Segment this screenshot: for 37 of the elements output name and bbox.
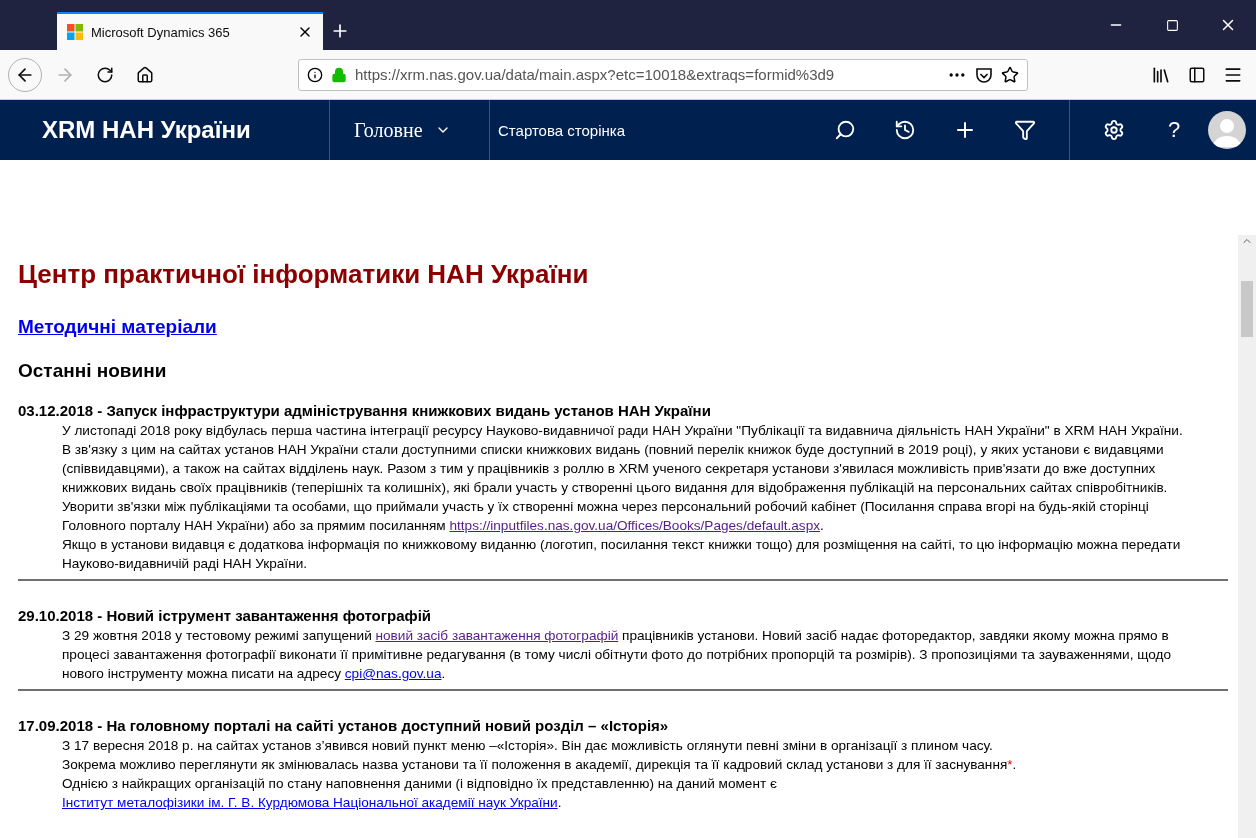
- home-icon: [136, 65, 154, 84]
- pocket-icon[interactable]: [975, 65, 993, 84]
- scrollbar-thumb[interactable]: [1241, 281, 1253, 337]
- info-icon[interactable]: [307, 66, 323, 83]
- news-paragraph: З 17 вересня 2018 р. на сайтах установ з’явився новий пункт меню –«Історія». Він дає можливість оглянути певні зміни в організації з плином часу.: [62, 737, 994, 755]
- news-headline: 29.10.2018 - Новий іструмент завантаження фотографій: [18, 607, 433, 624]
- news-headline: 03.12.2018 - Запуск інфраструктури адміністрування книжкових видань установ НАН України: [18, 402, 712, 419]
- address-field[interactable]: https://xrm.nas.gov.ua/data/main.aspx?etc=10018&extraqs=formid%3d9: [298, 58, 1028, 91]
- news-paragraph: З 29 жовтня 2018 у тестовому режимі запущений новий засіб завантаження фотографій працівників установи. Новий засіб надає фоторедактор, завдяки якому можна прямо в процесі завантаження фотографії виконати її примітивне редагування (в тому числі обітнути фото до потрібних пропорцій та розмірів). З пропозиціями та зауваженнями, щодо нового інструменту можна писати на адресу cpi@nas.gov.ua.: [62, 627, 1172, 683]
- page-name[interactable]: Стартова сторінка: [490, 121, 625, 139]
- windows-logo-icon: [67, 24, 83, 40]
- news-paragraph: Якщо в установи видавця є додаткова інформація по книжковому виданню (логотип, посилання текст книжки тощо) для розміщення на сайті, то цю інформацію можна передати Науково-видавничій раді НАН України.: [62, 536, 1182, 573]
- reload-icon: [96, 65, 114, 84]
- maximize-icon[interactable]: [1165, 18, 1179, 32]
- app-title: XRM НАН України: [0, 100, 330, 160]
- news-paragraph: Однією з найкращих організацій по стану наповнення даними (і відповідно їх представленню) на даний момент є Інститут металофізики ім. Г. В. Курдюмова Національної академії наук України.: [62, 775, 778, 812]
- news-paragraph: У листопаді 2018 року відбулась перша частина інтеграції ресурсу Науково-видавничої ради НАН України "Публікації та видавнича діяльність НАН України" в XRM НАН України. В зв'язку з цим на сайтах установ НАН України стали доступними списки книжкових видань (повний перелік книжок буде доступний в 2019 році), у яких установи є видавцями (співвидавцями), а також на сайтах відділень наук. Разом з тим у працівників з роллю в XRM ученого секретаря установи з'явилася можливість прив'язати до вже доступних книжкових видань своїх працівників (теперішніх та колишніх), які брали участь у створенні цього видання для відображення публікацій на персональних сайтах співробітників. Уворити зв'язки між публікаціями та особами, що приймали участь у їх створенні можна через персональний робочий кабінет (Посилання справа вгорі на будь-якій сторінці Головного порталу НАН України) або за прямим посиланням https://inputfiles.nas.gov.ua/Offices/Books/Pages/default.aspx.: [62, 422, 1184, 535]
- scrollbar[interactable]: [1238, 235, 1256, 838]
- news-heading: Останні новини: [18, 360, 168, 382]
- materials-link[interactable]: Методичні матеріали: [18, 316, 217, 338]
- filter-icon[interactable]: [1014, 119, 1036, 141]
- settings-icon[interactable]: [1103, 119, 1125, 141]
- link[interactable]: https://inputfiles.nas.gov.ua/Offices/Books/Pages/default.aspx: [449, 518, 820, 533]
- search-icon[interactable]: [834, 119, 856, 141]
- area-menu[interactable]: Головне: [330, 100, 490, 160]
- page-title: Центр практичної інформатики НАН України: [18, 259, 590, 290]
- news-paragraph: Зокрема можливо переглянути як змінювалась назва установи та її положення в академії, дирекція та її кадровий склад установи з для її заснування*.: [62, 756, 1018, 774]
- lock-icon: [331, 66, 347, 83]
- link[interactable]: новий засіб завантаження фотографій: [375, 628, 619, 643]
- history-icon[interactable]: [894, 119, 916, 141]
- news-headline: 17.09.2018 - На головному порталі на сайті установ доступний новий розділ – «Історія»: [18, 717, 670, 734]
- star-icon[interactable]: [1001, 65, 1019, 84]
- sidebar-icon[interactable]: [1188, 65, 1206, 84]
- link[interactable]: Інститут металофізики ім. Г. В. Курдюмова Національної академії наук України: [62, 795, 558, 810]
- browser-tab[interactable]: Microsoft Dynamics 365: [57, 12, 323, 50]
- help-button[interactable]: ?: [1144, 100, 1204, 160]
- avatar[interactable]: [1208, 111, 1246, 149]
